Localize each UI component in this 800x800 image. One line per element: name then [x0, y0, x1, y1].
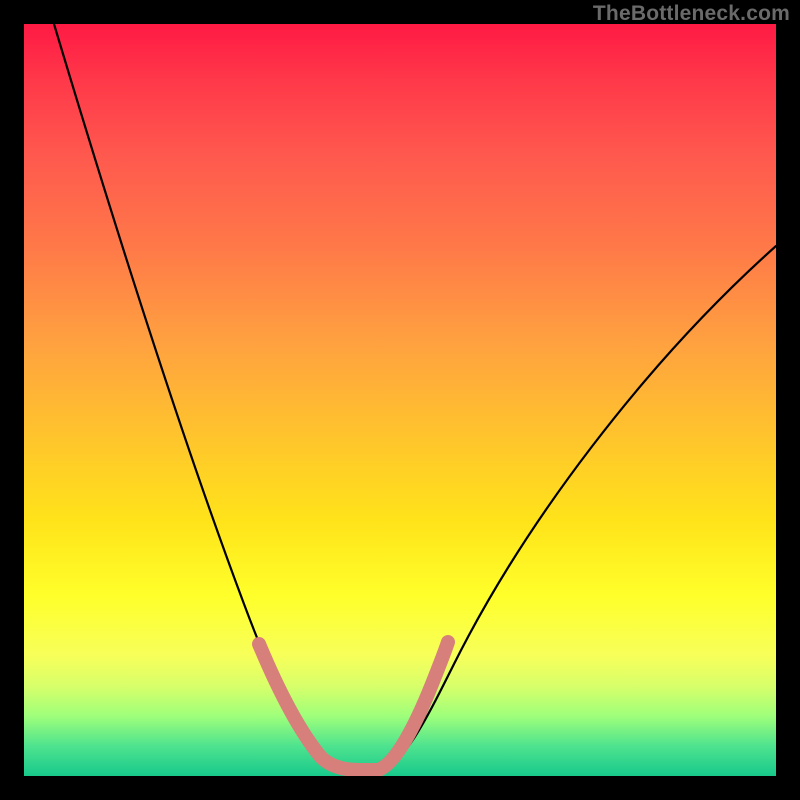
highlight-bottom: [320, 756, 378, 770]
highlight-left: [259, 644, 320, 756]
highlight-right: [378, 642, 448, 770]
bottleneck-curve-svg: [24, 24, 776, 776]
chart-plot-area: [24, 24, 776, 776]
watermark-text: TheBottleneck.com: [593, 2, 790, 26]
curve-left: [54, 24, 317, 754]
curve-right: [379, 246, 776, 770]
